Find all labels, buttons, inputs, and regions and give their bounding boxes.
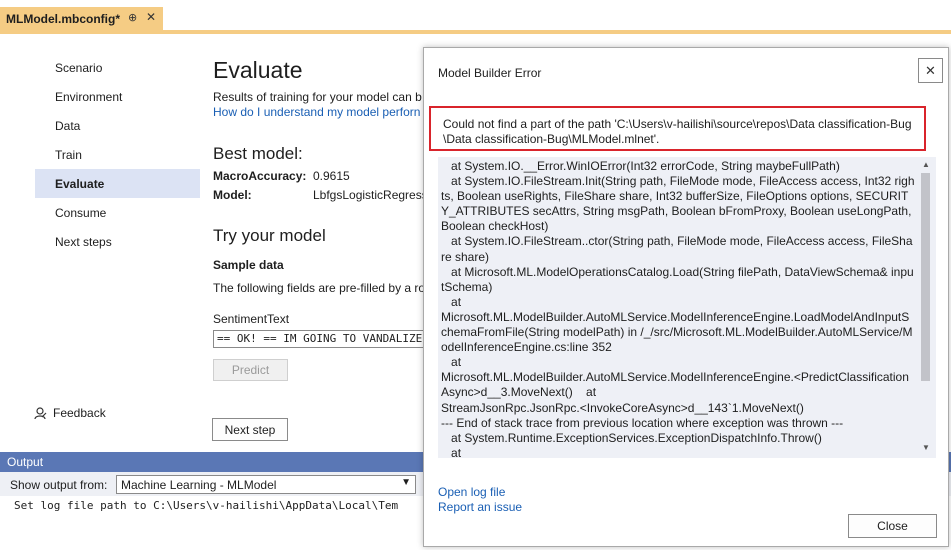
nav-item-train[interactable]: Train (35, 140, 200, 169)
report-issue-link[interactable]: Report an issue (438, 500, 522, 514)
close-button[interactable]: Close (848, 514, 937, 538)
how-to-understand-link[interactable]: How do I understand my model perforn (213, 105, 420, 119)
predict-button[interactable]: Predict (213, 359, 288, 381)
page-title: Evaluate (213, 57, 303, 83)
document-tab-title: MLModel.mbconfig* (6, 11, 120, 26)
scroll-down-icon[interactable]: ▼ (922, 443, 930, 452)
macro-accuracy-label: MacroAccuracy: (213, 169, 307, 183)
feedback-link[interactable]: Feedback (34, 406, 106, 420)
nav-item-next-steps[interactable]: Next steps (35, 227, 200, 256)
sentiment-text-input[interactable]: == OK! == IM GOING TO VANDALIZE W (213, 330, 433, 348)
macro-accuracy-value: 0.9615 (313, 169, 350, 183)
output-log-line: Set log file path to C:\Users\v-hailishi… (14, 499, 399, 512)
results-description: Results of training for your model can b (213, 90, 422, 104)
pin-icon[interactable]: ⊕ (128, 11, 137, 24)
error-message-line-2: \Data classification-Bug\MLModel.mlnet'. (443, 132, 660, 146)
nav-item-consume[interactable]: Consume (35, 198, 200, 227)
nav-item-label: Evaluate (55, 176, 105, 191)
stack-trace-text: at System.IO.__Error.WinIOError(Int32 er… (441, 159, 915, 458)
dialog-title: Model Builder Error (438, 66, 542, 80)
model-value: LbfgsLogisticRegress (313, 188, 428, 202)
show-output-from-label: Show output from: (10, 478, 108, 492)
output-source-select[interactable]: Machine Learning - MLModel ▼ (116, 475, 416, 494)
nav-item-data[interactable]: Data (35, 111, 200, 140)
dialog-close-icon[interactable]: ✕ (918, 58, 943, 83)
output-source-value: Machine Learning - MLModel (121, 478, 277, 492)
nav-item-label: Environment (55, 89, 123, 104)
sentiment-text-label: SentimentText (213, 312, 290, 326)
tab-underline (0, 30, 951, 34)
scrollbar-thumb[interactable] (921, 173, 930, 381)
sample-data-description: The following fields are pre-filled by a… (213, 281, 426, 295)
sample-data-heading: Sample data (213, 258, 284, 272)
scroll-up-icon[interactable]: ▲ (922, 160, 930, 169)
document-tab-strip: MLModel.mbconfig* ⊕ ✕ (0, 0, 951, 30)
error-message: Could not find a part of the path 'C:\Us… (429, 106, 926, 151)
nav-item-label: Data (55, 118, 81, 133)
close-tab-icon[interactable]: ✕ (146, 10, 156, 24)
model-label: Model: (213, 188, 252, 202)
nav-item-label: Next steps (55, 234, 112, 249)
document-tab[interactable]: MLModel.mbconfig* ⊕ ✕ (0, 7, 163, 30)
stack-trace-box[interactable]: at System.IO.__Error.WinIOError(Int32 er… (438, 157, 936, 458)
feedback-icon (34, 406, 47, 419)
nav-item-label: Consume (55, 205, 107, 220)
next-step-button[interactable]: Next step (212, 418, 288, 441)
model-builder-error-dialog: Model Builder Error ✕ Could not find a p… (423, 47, 949, 547)
error-message-line-1: Could not find a part of the path 'C:\Us… (443, 117, 912, 131)
try-your-model-heading: Try your model (213, 226, 326, 245)
nav-item-label: Scenario (55, 60, 103, 75)
open-log-file-link[interactable]: Open log file (438, 485, 505, 499)
feedback-label: Feedback (53, 406, 106, 420)
stack-trace-scrollbar[interactable]: ▲ ▼ (917, 157, 936, 458)
chevron-down-icon: ▼ (401, 477, 411, 488)
best-model-heading: Best model: (213, 144, 303, 163)
nav-item-label: Train (55, 147, 82, 162)
nav-item-environment[interactable]: Environment (35, 82, 200, 111)
nav-item-scenario[interactable]: Scenario (35, 53, 200, 82)
nav-item-evaluate[interactable]: Evaluate (35, 169, 200, 198)
